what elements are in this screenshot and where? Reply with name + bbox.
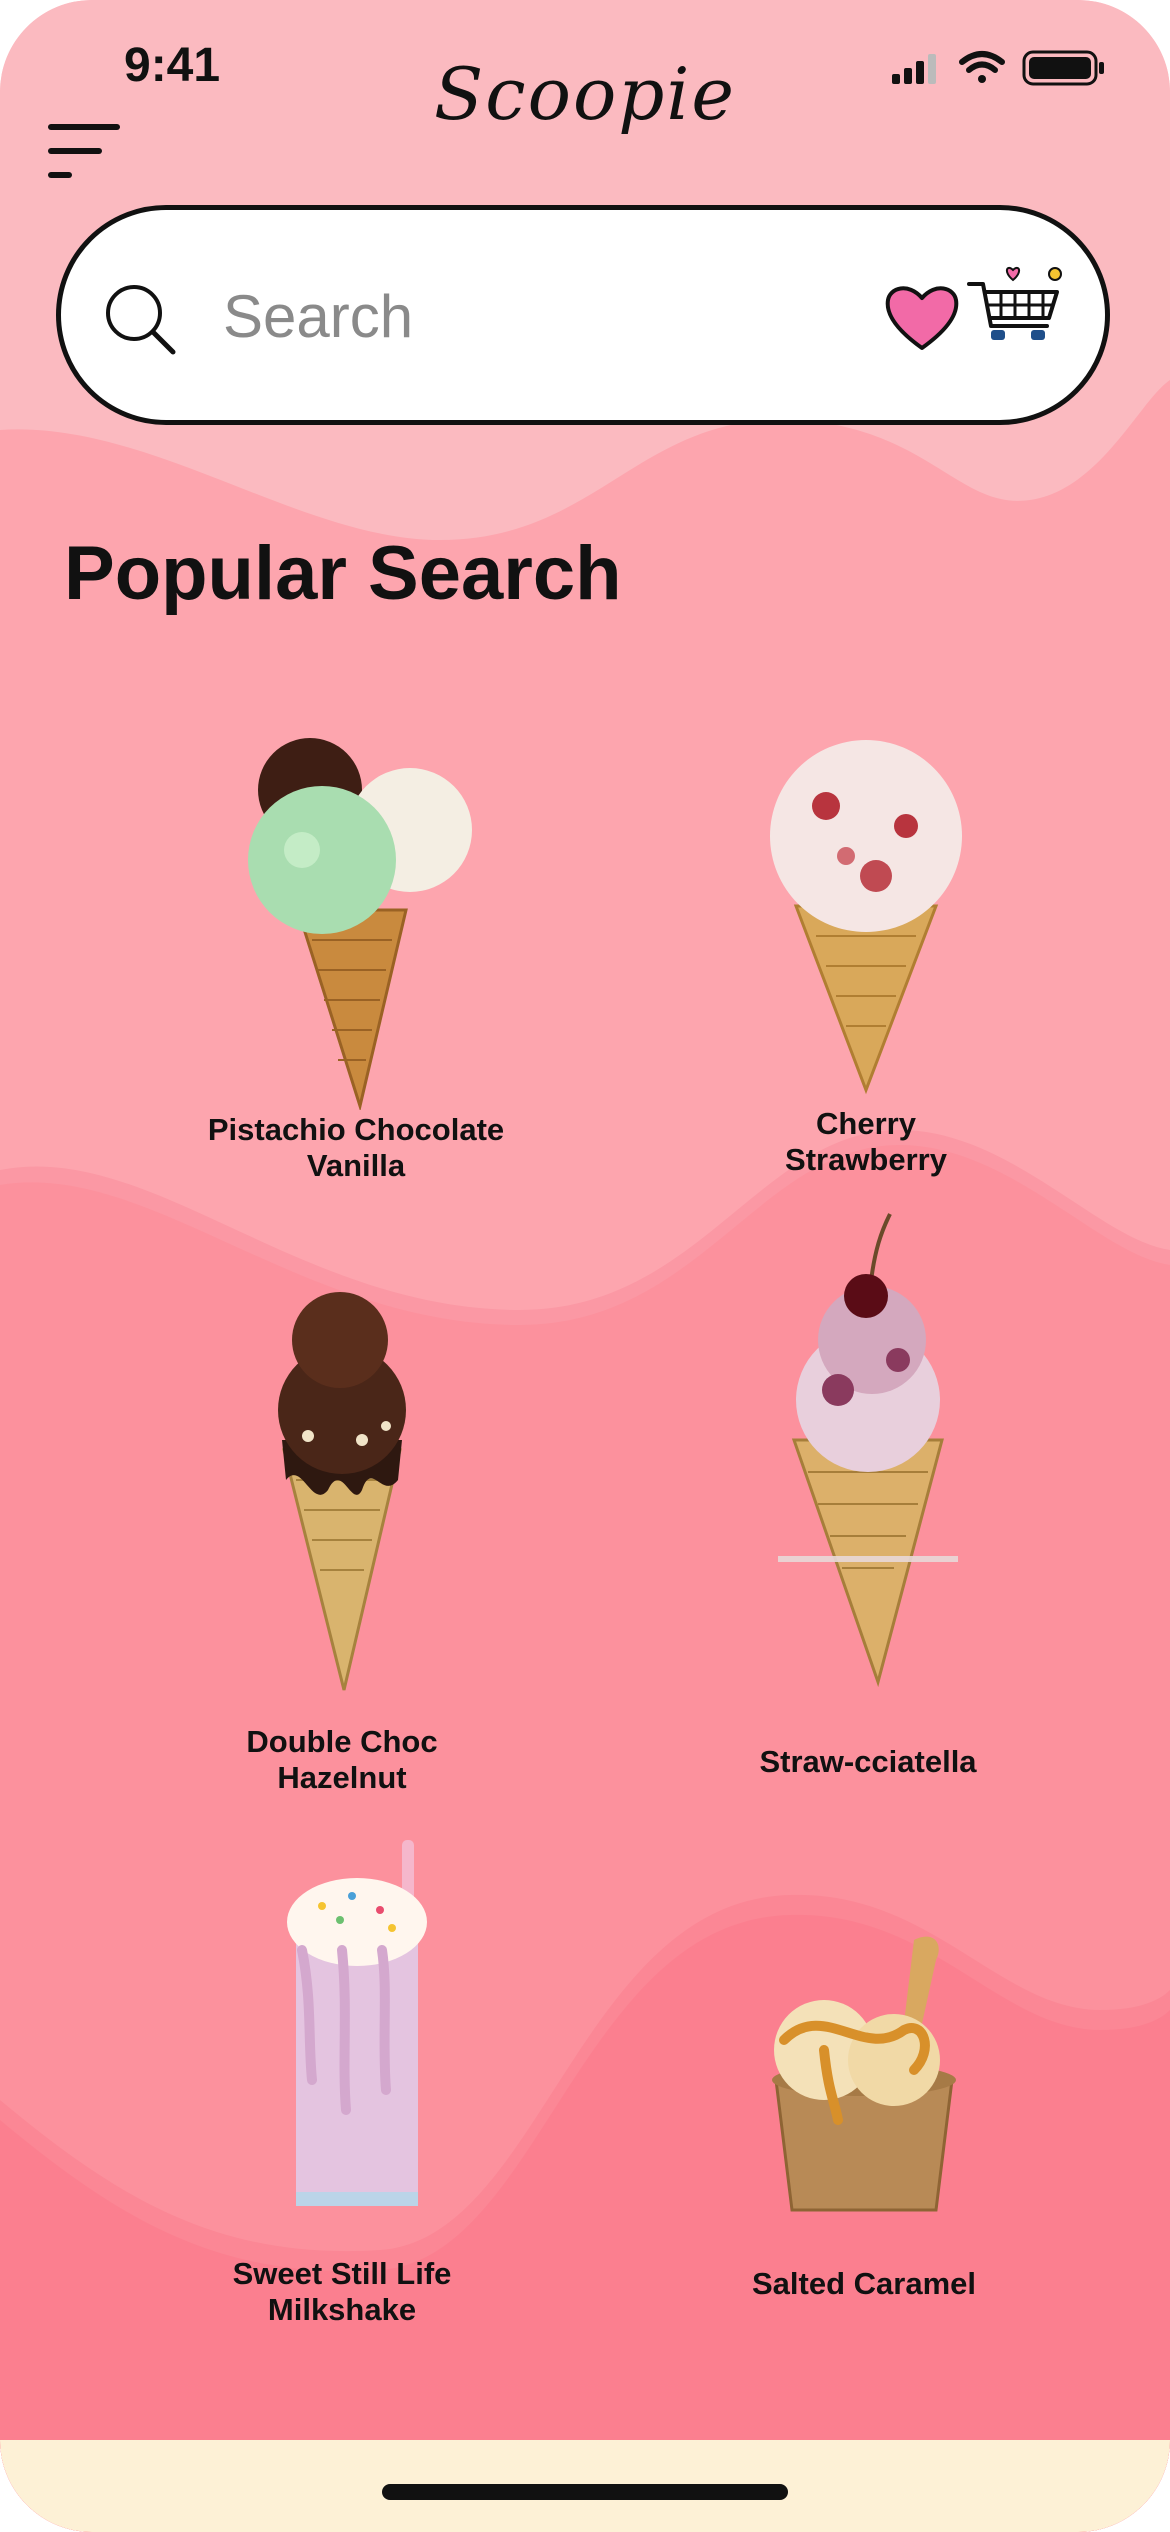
product-name-line-2: Milkshake: [267, 2292, 417, 2327]
product-card-straw-cciatella[interactable]: Straw-cciatella: [648, 1210, 1088, 1779]
product-name-line-2: Strawberry: [785, 1142, 947, 1177]
product-card-pistachio-chocolate-vanilla[interactable]: Pistachio Chocolate Vanilla: [136, 700, 576, 1220]
product-name-line-1: Double Choc: [246, 1724, 438, 1759]
product-grid: Pistachio Chocolate Vanilla Cherry Straw…: [0, 0, 1170, 2532]
product-name-line-2: Vanilla: [306, 1148, 406, 1183]
product-name-line-1: Salted Caramel: [752, 2266, 976, 2301]
product-card-sweet-still-life-milkshake[interactable]: Sweet Still Life Milkshake: [122, 1840, 562, 2360]
product-image: [770, 740, 962, 1095]
home-indicator: [382, 2484, 788, 2500]
product-name-line-1: Sweet Still Life: [232, 2256, 452, 2291]
product-card-double-choc-hazelnut[interactable]: Double Choc Hazelnut: [122, 1290, 562, 1810]
product-name-line-1: Pistachio Chocolate: [207, 1112, 505, 1147]
product-name-line-2: Hazelnut: [277, 1760, 407, 1795]
product-card-salted-caramel[interactable]: Salted Caramel: [644, 1920, 1084, 2440]
product-image: [287, 1840, 427, 2206]
product-name-line-1: Cherry: [816, 1106, 916, 1141]
product-card-cherry-strawberry[interactable]: Cherry Strawberry: [646, 700, 1086, 1220]
product-image: [278, 1292, 406, 1691]
phone-screen: 9:41 Scoopie Search Popular Search Pista…: [0, 0, 1170, 2532]
product-image: [248, 738, 472, 1110]
product-image: [772, 1936, 956, 2212]
product-name-line-1: Straw-cciatella: [759, 1744, 977, 1779]
product-image: [778, 1213, 958, 1688]
